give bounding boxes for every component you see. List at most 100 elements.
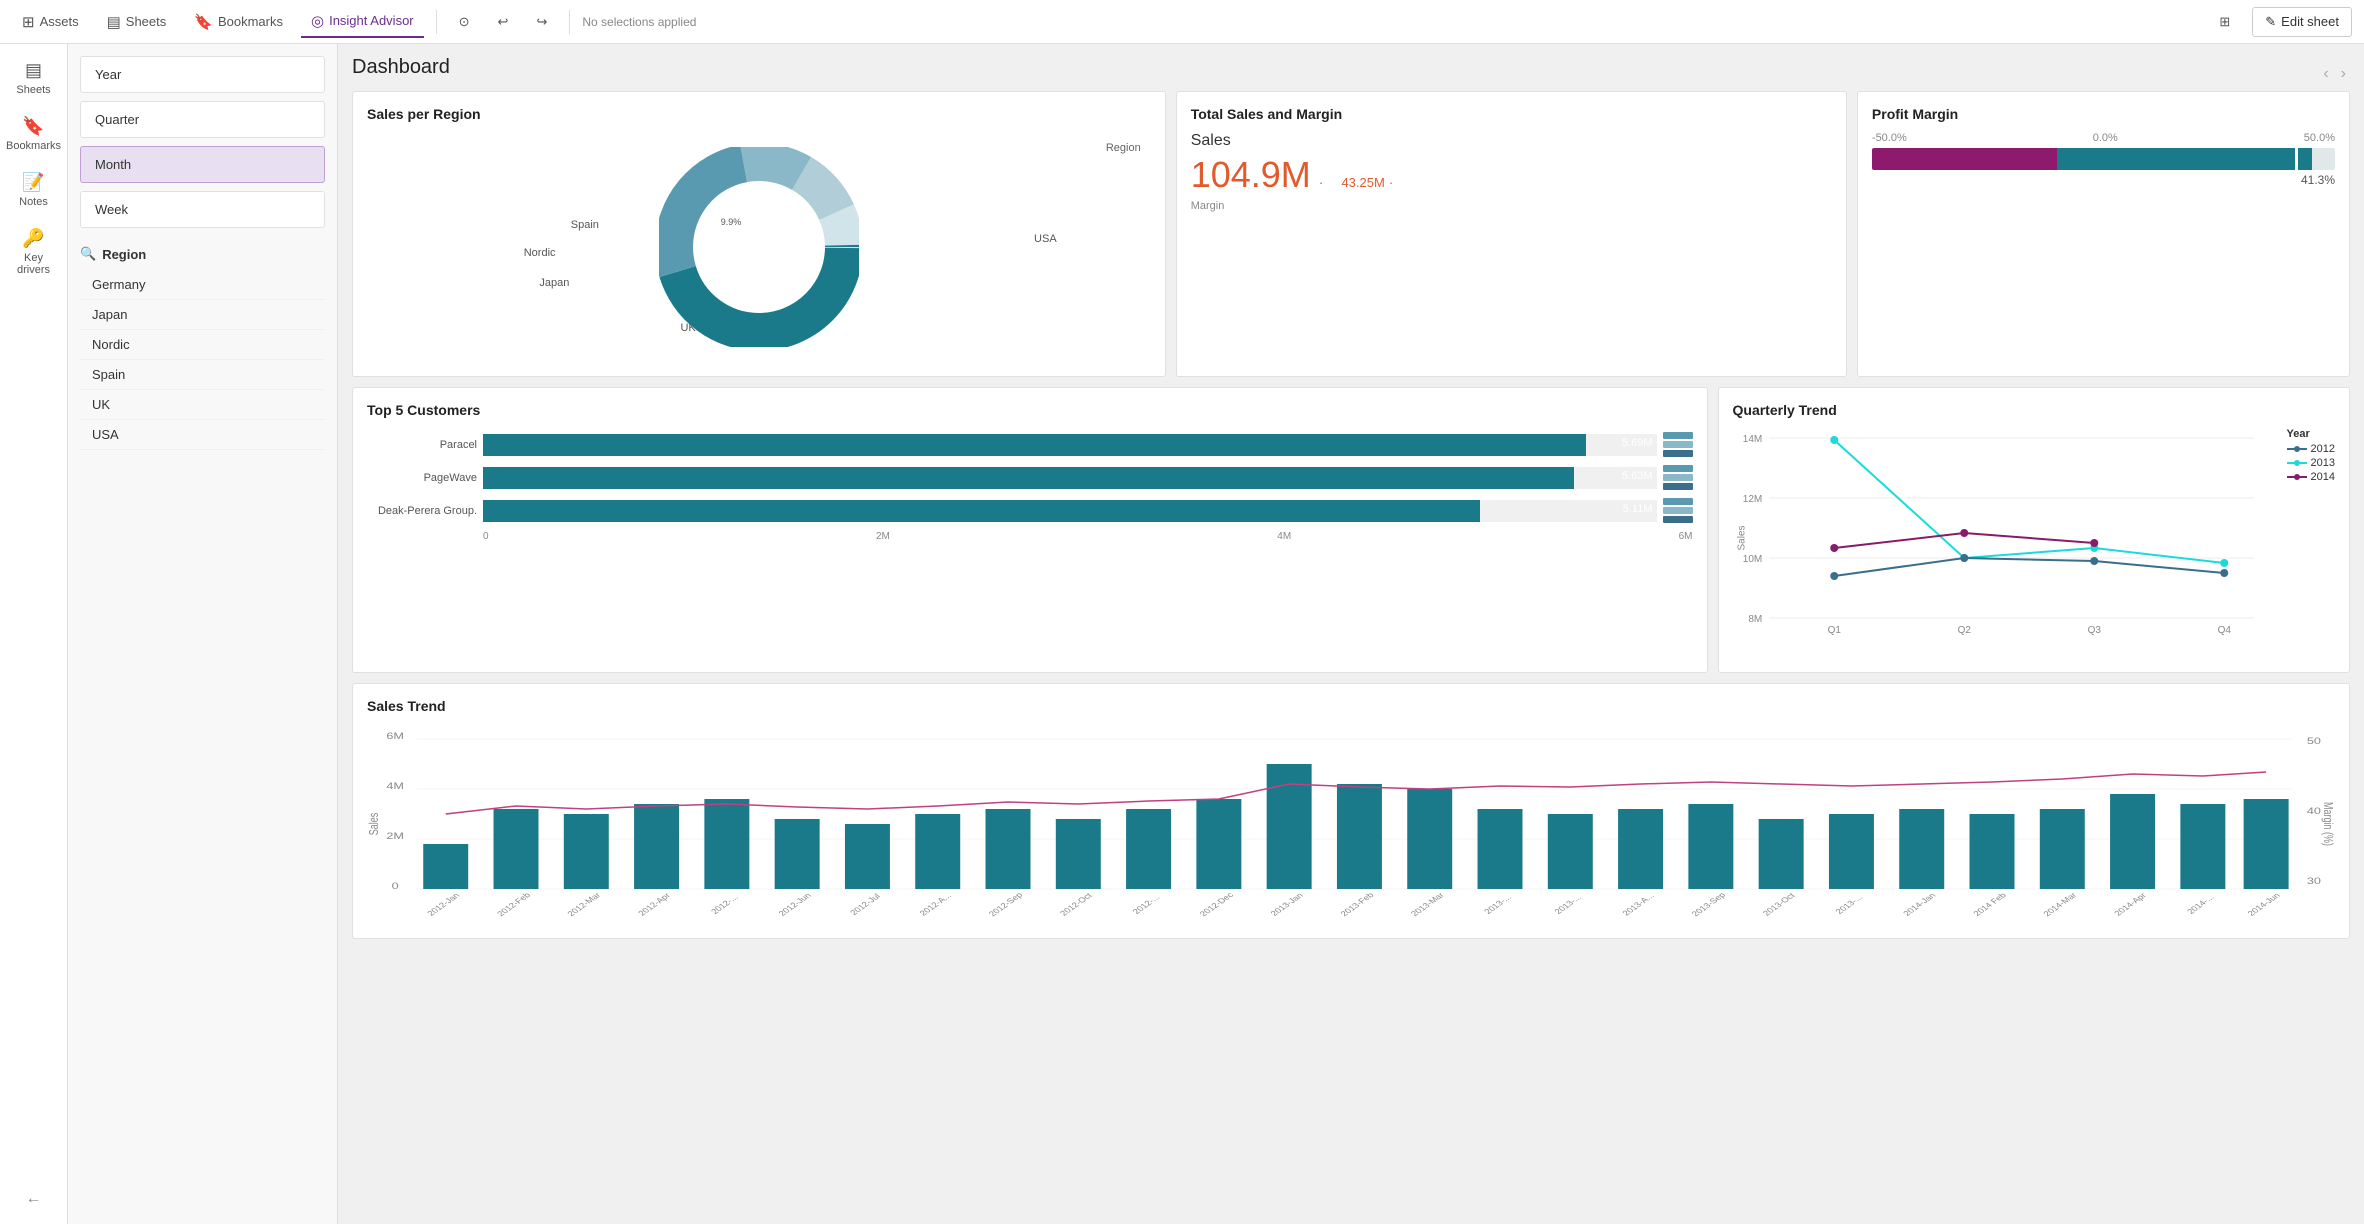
- pm-scale-mid: 0.0%: [2093, 132, 2118, 144]
- app-body: ▤ Sheets 🔖 Bookmarks 📝 Notes 🔑 Key drive…: [0, 44, 2364, 1224]
- svg-text:2012-Feb: 2012-Feb: [495, 891, 533, 918]
- bar-fill-paracel: [483, 434, 1586, 456]
- nav-divider-2: [569, 10, 570, 34]
- bar-side-paracel: [1663, 432, 1693, 457]
- bar-outer-paracel: 5.69M: [483, 434, 1657, 456]
- qt-legend-2012: 2012: [2287, 443, 2335, 455]
- sidebar-item-sheets[interactable]: ▤ Sheets: [4, 52, 64, 104]
- nav-bookmarks[interactable]: 🔖 Bookmarks: [184, 7, 293, 37]
- sheets-icon: ▤: [107, 13, 121, 31]
- pm-scale: -50.0% 0.0% 50.0%: [1872, 132, 2335, 144]
- sales-trend-card: Sales Trend 6M 4M 2M 0 50 40 30 Sales: [352, 683, 2350, 939]
- forward-tool[interactable]: ↪: [526, 8, 557, 36]
- grid-view-button[interactable]: ⊞: [2209, 8, 2240, 36]
- bar-row-pagewave: PageWave 5.63M: [367, 465, 1693, 490]
- pm-scale-right: 50.0%: [2304, 132, 2335, 144]
- nav-assets[interactable]: ⊞ Assets: [12, 7, 89, 37]
- bar-row-paracel: Paracel 5.69M: [367, 432, 1693, 457]
- edit-sheet-button[interactable]: ✎ Edit sheet: [2252, 7, 2352, 37]
- lasso-icon: ⊙: [459, 14, 470, 30]
- qt-legend: Year 2012 2013 2014: [2287, 428, 2335, 483]
- bar-label-deak-perera: Deak-Perera Group.: [367, 505, 477, 517]
- qt-chart: Year 2012 2013 2014: [1733, 428, 2336, 658]
- bookmarks-sidebar-icon: 🔖: [22, 116, 44, 137]
- filter-quarter[interactable]: Quarter: [80, 101, 325, 138]
- bar-value-pagewave: 5.63M: [1622, 470, 1653, 482]
- region-legend-label: Region: [1106, 142, 1141, 154]
- sidebar-collapse-button[interactable]: ←: [18, 1182, 50, 1216]
- nav-divider-1: [436, 10, 437, 34]
- svg-text:Q1: Q1: [1827, 625, 1841, 636]
- region-item-usa[interactable]: USA: [80, 420, 325, 450]
- main-content: Dashboard ‹ › Sales per Region Region Sp…: [338, 44, 2364, 1224]
- sales-value: 104.9M: [1191, 154, 1311, 196]
- pm-marker: [2295, 148, 2298, 170]
- nav-sheets[interactable]: ▤ Sheets: [97, 7, 177, 37]
- nav-insight-advisor[interactable]: ◎ Insight Advisor: [301, 6, 424, 38]
- donut-svg: 45.5% 26.9% 11.3% 9.9%: [659, 147, 859, 347]
- dash-prev-button[interactable]: ‹: [2319, 63, 2332, 85]
- sales-per-region-title: Sales per Region: [367, 106, 1151, 122]
- svg-text:2014-Jun: 2014-Jun: [2245, 891, 2282, 918]
- pm-scale-left: -50.0%: [1872, 132, 1907, 144]
- svg-text:30: 30: [2307, 877, 2321, 887]
- sidebar-item-notes[interactable]: 📝 Notes: [4, 164, 64, 216]
- region-search-icon: 🔍: [80, 246, 96, 262]
- qt-legend-title: Year: [2287, 428, 2335, 440]
- region-item-uk[interactable]: UK: [80, 390, 325, 420]
- svg-text:Margin (%): Margin (%): [2320, 802, 2334, 846]
- sales-trend-title: Sales Trend: [367, 698, 2335, 714]
- sheets-sidebar-icon: ▤: [25, 60, 42, 81]
- svg-text:2013-Jan: 2013-Jan: [1268, 891, 1305, 918]
- sales-per-region-card: Sales per Region Region Spain Nordic Jap…: [352, 91, 1166, 377]
- sidebar-item-bookmarks[interactable]: 🔖 Bookmarks: [4, 108, 64, 160]
- svg-text:2012-Apr: 2012-Apr: [636, 891, 673, 917]
- margin-dot: ·: [1389, 175, 1393, 190]
- svg-text:2013-...: 2013-...: [1833, 893, 1865, 916]
- svg-text:2012-...: 2012-...: [709, 893, 741, 916]
- region-item-japan[interactable]: Japan: [80, 300, 325, 330]
- svg-text:2013-Mar: 2013-Mar: [1408, 891, 1446, 918]
- total-sales-card: Total Sales and Margin Sales 104.9M · 43…: [1176, 91, 1847, 377]
- svg-text:Q3: Q3: [2087, 625, 2101, 636]
- filter-week[interactable]: Week: [80, 191, 325, 228]
- svg-text:9.9%: 9.9%: [721, 217, 742, 227]
- bar-value-paracel: 5.69M: [1622, 437, 1653, 449]
- no-selections-label: No selections applied: [582, 15, 696, 29]
- donut-chart-container: Region Spain Nordic Japan UK USA: [367, 132, 1151, 362]
- svg-text:2012-A...: 2012-A...: [917, 891, 953, 917]
- dashboard-title: Dashboard: [352, 56, 450, 79]
- svg-text:10M: 10M: [1742, 554, 1761, 565]
- region-item-spain[interactable]: Spain: [80, 360, 325, 390]
- region-item-nordic[interactable]: Nordic: [80, 330, 325, 360]
- svg-text:2012-Oct: 2012-Oct: [1058, 891, 1095, 917]
- svg-text:2012-Mar: 2012-Mar: [565, 891, 603, 918]
- japan-label: Japan: [539, 277, 569, 289]
- filter-month[interactable]: Month: [80, 146, 325, 183]
- qt-legend-2013: 2013: [2287, 457, 2335, 469]
- bar-axis: 0 2M 4M 6M: [367, 531, 1693, 542]
- lasso-tool[interactable]: ⊙: [449, 8, 480, 36]
- top-row: Sales per Region Region Spain Nordic Jap…: [352, 91, 2350, 377]
- svg-text:2014-Mar: 2014-Mar: [2041, 891, 2079, 918]
- sidebar-item-key-drivers[interactable]: 🔑 Key drivers: [4, 220, 64, 284]
- profit-margin-card: Profit Margin -50.0% 0.0% 50.0% 41.3%: [1857, 91, 2350, 377]
- dash-next-button[interactable]: ›: [2337, 63, 2350, 85]
- svg-text:2014 Feb: 2014 Feb: [1971, 891, 2009, 918]
- top5-bar-chart: Paracel 5.69M PageWave: [367, 428, 1693, 546]
- bar-fill-deak-perera: [483, 500, 1480, 522]
- region-item-germany[interactable]: Germany: [80, 270, 325, 300]
- bar-fill-pagewave: [483, 467, 1574, 489]
- middle-row: Top 5 Customers Paracel 5.69M: [352, 387, 2350, 673]
- bar-label-pagewave: PageWave: [367, 472, 477, 484]
- back-tool[interactable]: ↩: [488, 8, 519, 36]
- svg-text:12M: 12M: [1742, 494, 1761, 505]
- edit-icon: ✎: [2265, 14, 2276, 30]
- filter-year[interactable]: Year: [80, 56, 325, 93]
- bar-label-paracel: Paracel: [367, 439, 477, 451]
- assets-icon: ⊞: [22, 13, 35, 31]
- pm-bar-remainder: [2312, 148, 2335, 170]
- notes-sidebar-icon: 📝: [22, 172, 44, 193]
- svg-text:2013-Feb: 2013-Feb: [1338, 891, 1376, 918]
- back-icon: ↩: [498, 14, 509, 30]
